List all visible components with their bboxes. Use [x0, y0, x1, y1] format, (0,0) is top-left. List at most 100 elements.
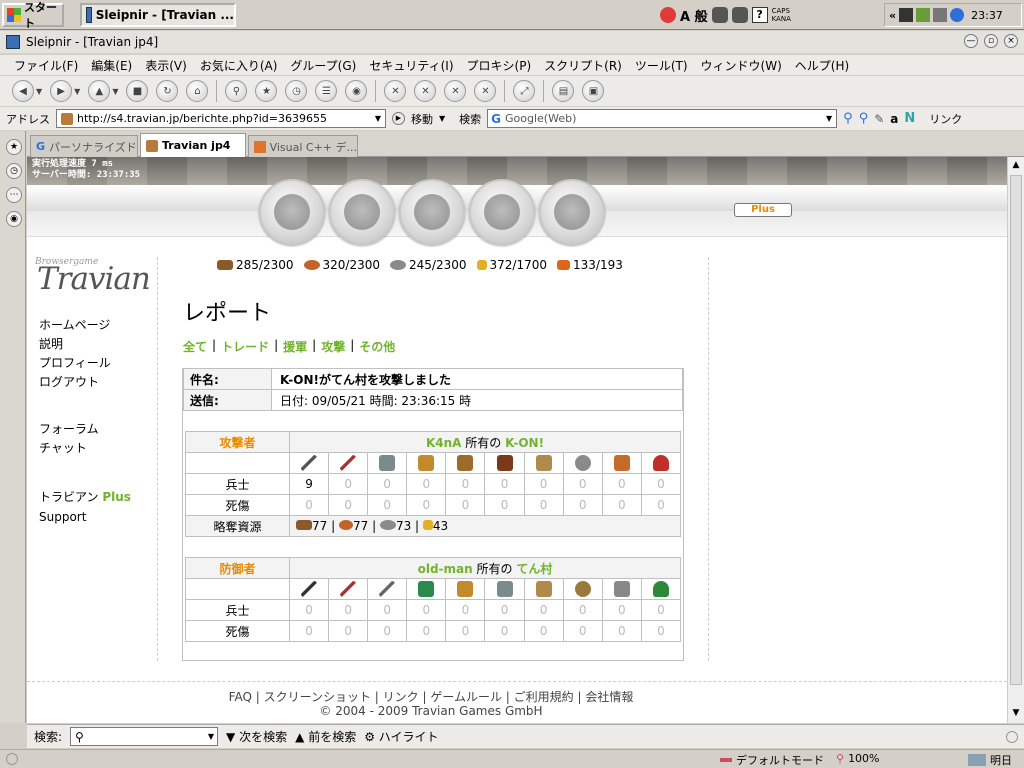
up-icon[interactable]: ▲ — [88, 80, 111, 102]
up-dropdown-icon[interactable]: ▼ — [112, 87, 118, 96]
footer-link-faq[interactable]: FAQ — [229, 690, 252, 704]
highlight-pen-icon[interactable]: ✎ — [874, 112, 884, 126]
search-page-icon[interactable]: ⚲ — [859, 111, 869, 126]
fullscreen-icon[interactable]: ⤢ — [513, 80, 536, 102]
menu-link-chat[interactable]: チャット — [39, 439, 149, 458]
forward-icon[interactable]: ▶ — [50, 80, 73, 102]
start-button[interactable]: スタート — [2, 1, 64, 30]
scroll-thumb[interactable] — [1010, 175, 1022, 685]
search-go-icon[interactable]: ⚲ — [843, 111, 853, 126]
menu-link-forum[interactable]: フォーラム — [39, 420, 149, 439]
menu-group[interactable]: グループ(G) — [290, 57, 356, 74]
defender-player-link[interactable]: old-man — [418, 562, 473, 576]
ime-tool-icon[interactable] — [711, 7, 728, 23]
filter-reinforcement[interactable]: 援軍 — [283, 338, 307, 355]
scroll-down-icon[interactable]: ▼ — [1010, 707, 1022, 719]
find-close-icon[interactable] — [1006, 730, 1018, 743]
go-button[interactable]: 移動 — [411, 111, 433, 127]
network-icon[interactable] — [899, 8, 914, 22]
filter-attack[interactable]: 攻撃 — [321, 338, 345, 355]
favorites-panel-icon[interactable]: ★ — [6, 139, 22, 155]
minimize-button[interactable]: — — [964, 34, 978, 48]
footer-link-terms[interactable]: ご利用規約 — [514, 690, 574, 704]
tile-icon[interactable]: ▤ — [552, 80, 575, 102]
go-icon[interactable]: ▶ — [392, 112, 405, 125]
map-icon[interactable] — [399, 179, 465, 245]
back-icon[interactable]: ◀ — [12, 80, 34, 102]
home-icon[interactable]: ⌂ — [186, 80, 209, 102]
search-engine-dropdown-icon[interactable]: ▼ — [826, 114, 836, 123]
plus-button[interactable]: Plus — [734, 203, 792, 217]
menu-help[interactable]: ヘルプ(H) — [795, 57, 849, 74]
menu-link-profile[interactable]: プロフィール — [39, 354, 149, 373]
attacker-player-link[interactable]: K4nA — [426, 436, 461, 450]
amazon-icon[interactable]: a — [890, 112, 898, 126]
page-scrollbar[interactable]: ▲ ▼ — [1007, 157, 1024, 723]
group-panel-icon[interactable]: ⋯ — [6, 187, 22, 203]
menu-window[interactable]: ウィンドウ(W) — [701, 57, 782, 74]
menu-tools[interactable]: ツール(T) — [635, 57, 688, 74]
forward-dropdown-icon[interactable]: ▼ — [74, 87, 80, 96]
tab-personalized[interactable]: G パーソナライズド... — [30, 135, 138, 157]
stop-icon[interactable]: ■ — [126, 80, 149, 102]
address-input[interactable]: http://s4.travian.jp/berichte.php?id=363… — [56, 109, 386, 128]
filter-trade[interactable]: トレード — [221, 338, 269, 355]
volume-icon[interactable] — [933, 8, 948, 22]
tab-travian[interactable]: Travian jp4 — [140, 133, 246, 157]
menu-link-manual[interactable]: 説明 — [39, 335, 149, 354]
attacker-village-link[interactable]: K-ON! — [505, 436, 544, 450]
filter-all[interactable]: 全て — [183, 338, 207, 355]
scroll-up-icon[interactable]: ▲ — [1010, 159, 1022, 171]
cascade-icon[interactable]: ▣ — [582, 80, 605, 102]
zoom-indicator[interactable]: ⚲ 100% — [836, 752, 880, 765]
rss-icon[interactable]: ◉ — [345, 80, 368, 102]
menu-edit[interactable]: 編集(E) — [91, 57, 132, 74]
address-dropdown-icon[interactable]: ▼ — [375, 114, 385, 123]
find-prev-button[interactable]: ▲ 前を検索 — [295, 728, 356, 745]
footer-link-screenshots[interactable]: スクリーンショット — [264, 690, 371, 704]
footer-link-rules[interactable]: ゲームルール — [430, 690, 502, 704]
clock[interactable]: 23:37 — [971, 9, 1003, 22]
taskbar-item-sleipnir[interactable]: Sleipnir - [Travian ... — [80, 3, 236, 27]
village-center-icon[interactable] — [329, 179, 395, 245]
search-icon[interactable]: ⚲ — [225, 80, 248, 102]
close-button[interactable]: × — [1004, 34, 1018, 48]
links-label[interactable]: リンク — [929, 111, 962, 127]
go-dropdown-icon[interactable]: ▼ — [439, 114, 445, 123]
rss-panel-icon[interactable]: ◉ — [6, 211, 22, 227]
antivirus-icon[interactable] — [660, 7, 676, 23]
n-icon[interactable]: N — [904, 111, 915, 126]
close-tab-icon[interactable]: ✕ — [384, 80, 407, 102]
statistics-icon[interactable] — [469, 179, 535, 245]
menu-view[interactable]: 表示(V) — [145, 57, 187, 74]
find-input[interactable]: ⚲ ▼ — [70, 727, 219, 746]
menu-script[interactable]: スクリプト(R) — [544, 57, 622, 74]
tray-app-icon[interactable] — [916, 8, 931, 22]
weather-indicator[interactable]: 明日 — [968, 752, 1012, 768]
ime-input-mode-icon[interactable]: A 般 — [680, 6, 708, 25]
close-all-icon[interactable]: ✕ — [414, 80, 437, 102]
reload-icon[interactable]: ↻ — [156, 80, 179, 102]
group-icon[interactable]: ☰ — [315, 80, 338, 102]
menu-link-logout[interactable]: ログアウト — [39, 373, 149, 392]
tray-expand-icon[interactable]: « — [889, 9, 896, 22]
ime-pad-icon[interactable] — [731, 7, 748, 23]
menu-link-travian-plus[interactable]: トラビアン Plus — [39, 486, 149, 508]
footer-link-links[interactable]: リンク — [383, 690, 419, 704]
filter-other[interactable]: その他 — [359, 338, 395, 355]
history-panel-icon[interactable]: ◷ — [6, 163, 22, 179]
wireless-icon[interactable] — [950, 8, 965, 22]
menu-proxy[interactable]: プロキシ(P) — [467, 57, 532, 74]
menu-link-home[interactable]: ホームページ — [39, 316, 149, 335]
restore-button[interactable]: ▫ — [984, 34, 998, 48]
footer-link-company[interactable]: 会社情報 — [585, 690, 633, 704]
menu-security[interactable]: セキュリティ(I) — [369, 57, 453, 74]
find-dropdown-icon[interactable]: ▼ — [208, 732, 217, 741]
close-left-icon[interactable]: ✕ — [474, 80, 497, 102]
close-others-icon[interactable]: ✕ — [444, 80, 467, 102]
find-next-button[interactable]: ▼ 次を検索 — [226, 728, 287, 745]
menu-favorites[interactable]: お気に入り(A) — [200, 57, 278, 74]
back-dropdown-icon[interactable]: ▼ — [36, 87, 42, 96]
village-overview-icon[interactable] — [259, 179, 325, 245]
menu-link-support[interactable]: Support — [39, 508, 149, 527]
